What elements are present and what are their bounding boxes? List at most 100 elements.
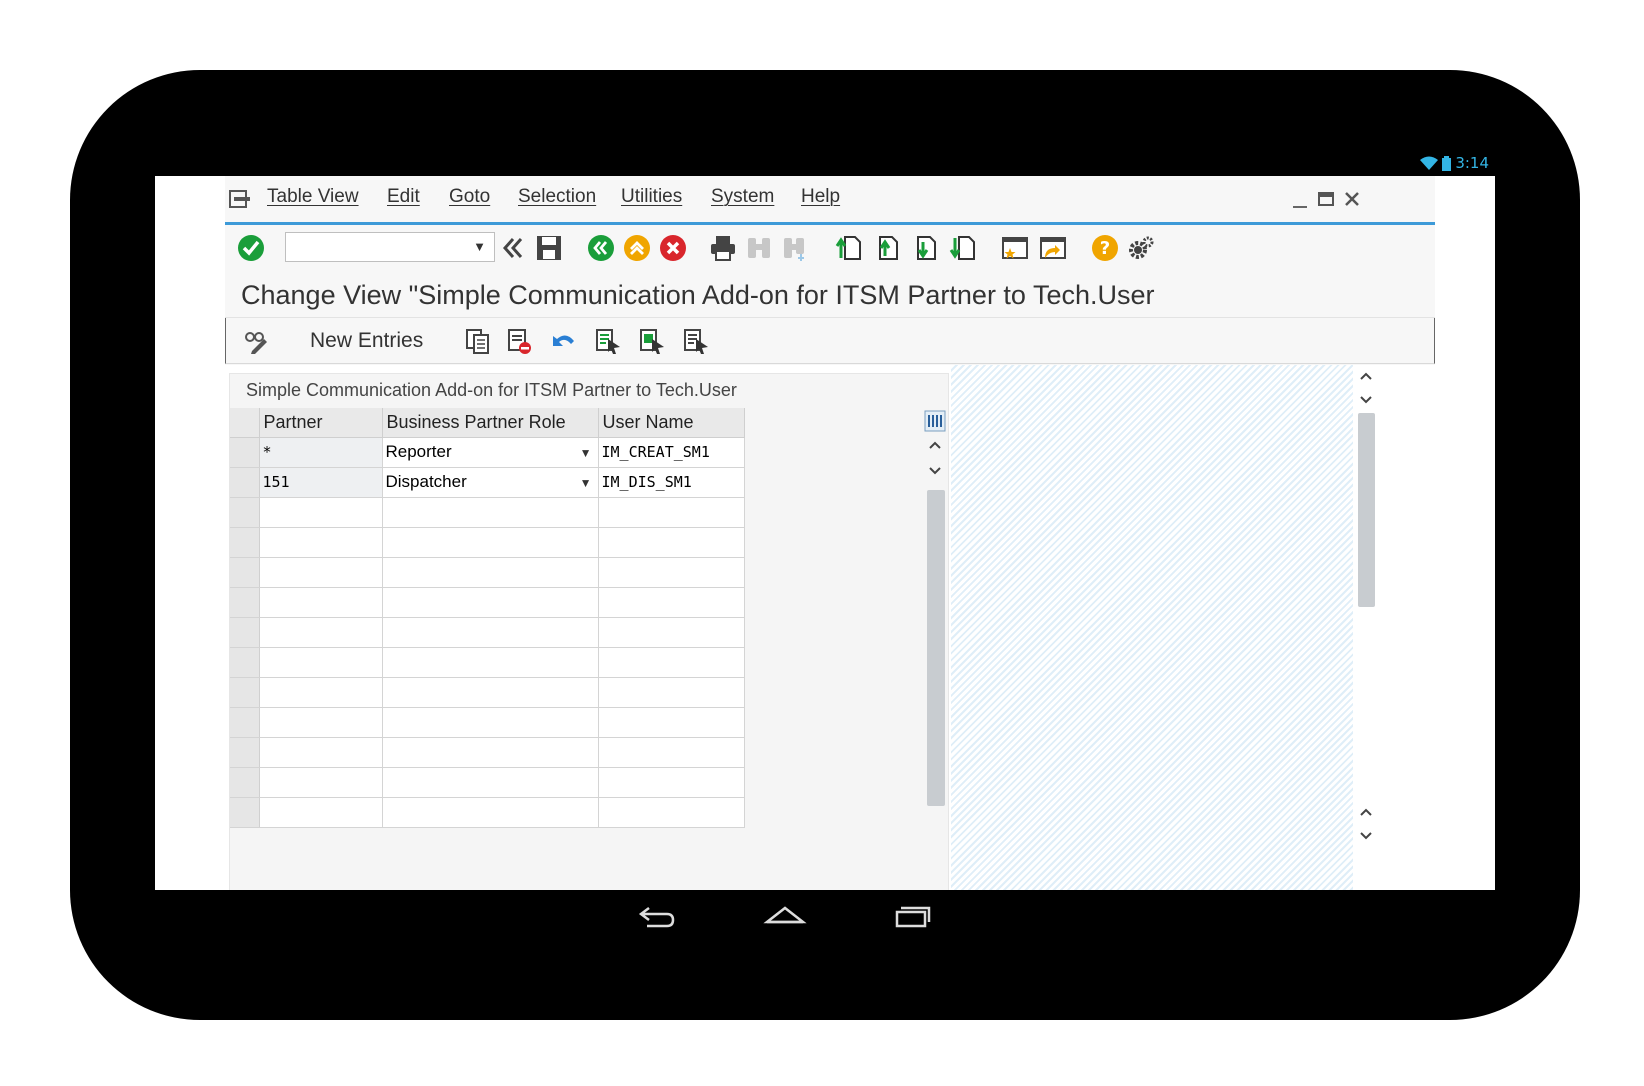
business-partner-role-cell[interactable]: Reporter ▼	[382, 437, 599, 468]
select-all-column-header[interactable]	[230, 408, 260, 438]
column-header-business-partner-role[interactable]: Business Partner Role	[382, 408, 599, 438]
close-icon[interactable]	[1343, 190, 1361, 208]
table-scrollbar-thumb[interactable]	[927, 490, 945, 806]
column-header-user-name[interactable]: User Name	[598, 408, 745, 438]
menu-selection[interactable]: Selection	[518, 186, 596, 208]
chevron-down-icon[interactable]: ▼	[580, 446, 592, 460]
command-field[interactable]: ▼	[285, 232, 495, 262]
empty-cell[interactable]	[598, 647, 745, 678]
row-selector[interactable]	[230, 677, 260, 708]
empty-cell[interactable]	[382, 587, 599, 618]
partner-cell[interactable]: 151	[259, 467, 383, 498]
row-selector[interactable]	[230, 707, 260, 738]
menu-icon[interactable]	[229, 190, 251, 208]
empty-cell[interactable]	[382, 707, 599, 738]
empty-cell[interactable]	[259, 707, 383, 738]
row-selector[interactable]	[230, 557, 260, 588]
empty-cell[interactable]	[259, 677, 383, 708]
menu-table-view[interactable]: Table View	[267, 186, 359, 208]
empty-cell[interactable]	[259, 497, 383, 528]
empty-cell[interactable]	[598, 527, 745, 558]
select-block-icon[interactable]	[638, 327, 666, 355]
help-icon[interactable]: ?	[1091, 234, 1119, 262]
empty-cell[interactable]	[259, 647, 383, 678]
new-entries-button[interactable]: New Entries	[310, 329, 423, 353]
screen-vertical-scrollbar[interactable]	[1353, 365, 1379, 892]
empty-cell[interactable]	[382, 557, 599, 588]
generate-shortcut-icon[interactable]	[1039, 234, 1067, 262]
save-icon[interactable]	[535, 234, 563, 262]
create-session-icon[interactable]	[1001, 234, 1029, 262]
previous-page-icon[interactable]	[873, 234, 901, 262]
scroll-down-icon[interactable]	[1358, 393, 1374, 407]
table-settings-icon[interactable]	[924, 410, 946, 432]
undo-icon[interactable]	[550, 327, 578, 355]
menu-system[interactable]: System	[711, 186, 774, 208]
empty-cell[interactable]	[598, 497, 745, 528]
empty-cell[interactable]	[598, 587, 745, 618]
row-selector[interactable]	[230, 617, 260, 648]
empty-cell[interactable]	[598, 767, 745, 798]
scrollbar-thumb[interactable]	[1358, 413, 1375, 607]
empty-cell[interactable]	[259, 587, 383, 618]
empty-cell[interactable]	[382, 767, 599, 798]
partner-cell[interactable]: *	[259, 437, 383, 468]
menu-utilities[interactable]: Utilities	[621, 186, 682, 208]
row-selector[interactable]	[230, 527, 260, 558]
user-name-cell[interactable]: IM_DIS_SM1	[598, 467, 745, 498]
select-all-icon[interactable]	[594, 327, 622, 355]
next-page-icon[interactable]	[911, 234, 939, 262]
empty-cell[interactable]	[598, 707, 745, 738]
first-page-icon[interactable]	[835, 234, 863, 262]
double-chevron-left-icon[interactable]	[499, 234, 527, 262]
empty-cell[interactable]	[259, 737, 383, 768]
row-selector[interactable]	[230, 467, 260, 498]
empty-cell[interactable]	[259, 797, 383, 828]
empty-cell[interactable]	[598, 737, 745, 768]
empty-cell[interactable]	[382, 527, 599, 558]
back-arrow-icon[interactable]	[635, 900, 679, 930]
empty-cell[interactable]	[259, 527, 383, 558]
chevron-down-icon[interactable]: ▼	[473, 239, 486, 254]
empty-cell[interactable]	[598, 797, 745, 828]
empty-cell[interactable]	[382, 677, 599, 708]
empty-cell[interactable]	[598, 617, 745, 648]
minimize-icon[interactable]	[1291, 192, 1309, 210]
settings-gear-icon[interactable]	[1127, 234, 1155, 262]
menu-help[interactable]: Help	[801, 186, 840, 208]
back-icon[interactable]	[587, 234, 615, 262]
last-page-icon[interactable]	[949, 234, 977, 262]
row-selector[interactable]	[230, 647, 260, 678]
empty-cell[interactable]	[259, 767, 383, 798]
row-selector[interactable]	[230, 737, 260, 768]
column-header-partner[interactable]: Partner	[259, 408, 383, 438]
empty-cell[interactable]	[382, 737, 599, 768]
maximize-icon[interactable]	[1317, 190, 1335, 208]
display-change-glasses-icon[interactable]	[242, 327, 270, 355]
scroll-down-icon[interactable]	[927, 464, 943, 478]
recent-apps-icon[interactable]	[891, 900, 935, 930]
scroll-page-down-icon[interactable]	[1358, 829, 1374, 843]
exit-icon[interactable]	[623, 234, 651, 262]
empty-cell[interactable]	[382, 617, 599, 648]
row-selector[interactable]	[230, 797, 260, 828]
enter-check-icon[interactable]	[237, 234, 265, 262]
row-selector[interactable]	[230, 437, 260, 468]
chevron-down-icon[interactable]: ▼	[580, 476, 592, 490]
empty-cell[interactable]	[382, 497, 599, 528]
home-icon[interactable]	[763, 900, 807, 930]
empty-cell[interactable]	[382, 797, 599, 828]
business-partner-role-cell[interactable]: Dispatcher ▼	[382, 467, 599, 498]
copy-as-icon[interactable]	[464, 327, 492, 355]
row-selector[interactable]	[230, 587, 260, 618]
cancel-icon[interactable]	[659, 234, 687, 262]
empty-cell[interactable]	[259, 557, 383, 588]
row-selector[interactable]	[230, 497, 260, 528]
empty-cell[interactable]	[382, 647, 599, 678]
row-selector[interactable]	[230, 767, 260, 798]
menu-edit[interactable]: Edit	[387, 186, 420, 208]
empty-cell[interactable]	[598, 557, 745, 588]
empty-cell[interactable]	[598, 677, 745, 708]
scroll-up-icon[interactable]	[1358, 369, 1374, 383]
user-name-cell[interactable]: IM_CREAT_SM1	[598, 437, 745, 468]
